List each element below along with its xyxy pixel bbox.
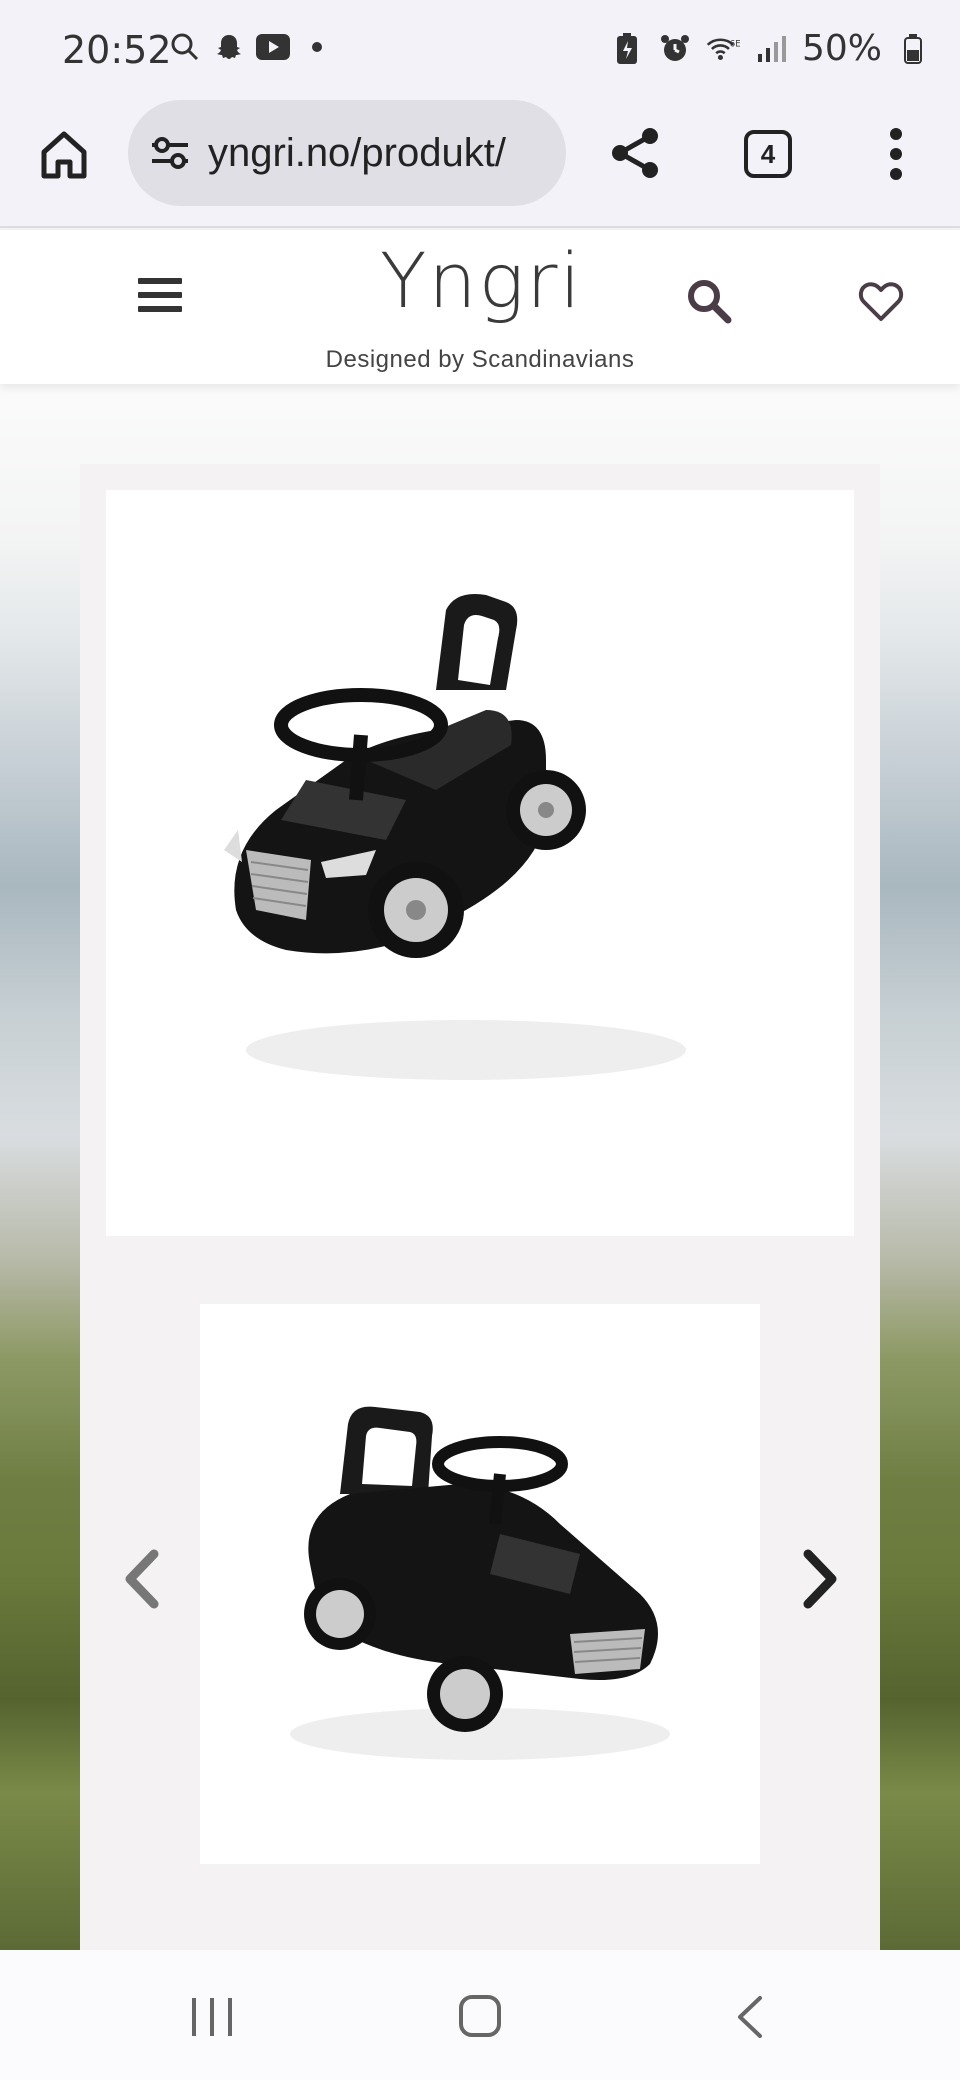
snapchat-icon [212,30,246,64]
tab-count: 4 [760,138,776,169]
home-button[interactable] [36,126,92,182]
system-navigation-bar [0,1950,960,2080]
chevron-right-icon [803,1549,837,1609]
ride-on-car-front-image [224,594,686,1080]
battery-icon [896,32,930,66]
battery-saver-icon [610,32,644,66]
product-main-image[interactable] [106,490,854,1236]
status-bar: 20:52 6E 50% [0,0,960,100]
search-button[interactable] [686,278,732,324]
site-tagline: Designed by Scandinavians [325,346,635,373]
gallery-previous-button[interactable] [118,1548,166,1610]
search-icon [688,280,732,324]
system-back-button[interactable] [734,1994,766,2040]
more-vert-icon [890,128,902,180]
site-logo[interactable]: Yngri [380,236,583,332]
recent-apps-button[interactable] [190,1996,234,2038]
recent-apps-icon [192,1998,232,2036]
browser-menu-button[interactable] [880,126,912,182]
ride-on-car-rear-image [290,1406,670,1760]
share-icon [612,128,658,178]
chevron-left-icon [125,1549,159,1609]
home-icon [41,131,87,179]
search-icon [168,30,202,64]
browser-toolbar: yngri.no/produkt/ 4 [0,100,960,228]
battery-percent: 50% [801,28,882,69]
wishlist-button[interactable] [858,280,904,322]
share-button[interactable] [606,124,664,182]
wifi-6e-icon: 6E [706,32,740,66]
hamburger-menu-icon[interactable] [138,278,182,318]
svg-text:6E: 6E [730,39,740,49]
url-text[interactable]: yngri.no/produkt/ [208,131,506,176]
status-time: 20:52 [62,28,172,72]
system-home-button[interactable] [458,1994,502,2038]
heart-icon [858,282,904,321]
status-right-icons: 6E 50% [610,28,930,69]
gallery-next-button[interactable] [796,1548,844,1610]
back-chevron-icon [738,1996,762,2038]
logo-text: Yngri [380,236,583,325]
alarm-icon [658,32,692,66]
address-bar[interactable]: yngri.no/produkt/ [128,100,566,206]
tab-switcher-button[interactable]: 4 [744,130,792,178]
status-left-icons [168,30,334,64]
youtube-icon [256,30,290,64]
dot-icon [300,30,334,64]
signal-icon [754,32,788,66]
home-square-icon [459,1995,501,2037]
site-settings-icon[interactable] [148,131,192,175]
site-header: Yngri Designed by Scandinavians [0,230,960,384]
product-thumbnail-image[interactable] [200,1304,760,1864]
